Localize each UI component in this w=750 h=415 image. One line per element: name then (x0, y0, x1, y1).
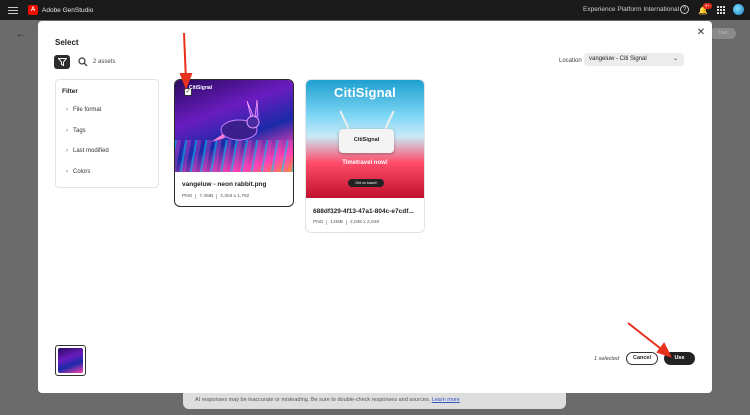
cancel-button[interactable]: Cancel (626, 352, 658, 365)
filter-item-label: Colors (73, 169, 91, 175)
filter-icon (57, 58, 67, 66)
asset-type: PNG (313, 220, 324, 225)
asset-size: 7.4MB (195, 194, 214, 199)
asset-type: PNG (182, 194, 193, 199)
use-button[interactable]: Use (664, 352, 695, 365)
dialog-title: Select (55, 38, 79, 47)
filter-toggle-button[interactable] (54, 55, 70, 69)
selected-count: 1 selected (594, 356, 620, 362)
chevron-right-icon: › (66, 148, 68, 154)
asset-meta: PNG 12MB 2,048 x 2,048 (313, 220, 380, 225)
ai-disclaimer: AI responses may be inaccurate or mislea… (183, 391, 566, 409)
asset-card-neon-rabbit[interactable]: ✓ CitiSignal vangeluw - neon rabbit.png … (174, 79, 294, 207)
filter-colors[interactable]: › Colors (66, 169, 90, 175)
chevron-right-icon: › (66, 107, 68, 113)
asset-dimensions: 2,304 x 1,792 (216, 194, 250, 199)
app-title: Adobe GenStudio (42, 6, 94, 14)
hamburger-menu-icon[interactable] (8, 5, 18, 16)
background-use-button: Use (710, 28, 736, 39)
close-icon[interactable]: ✕ (695, 27, 707, 39)
filter-panel: Filter › File format › Tags › Last modified… (55, 79, 159, 188)
selected-asset-preview[interactable] (55, 345, 86, 376)
thumbnail-tagline: Timetravel now! (342, 160, 388, 166)
filter-title: Filter (62, 88, 78, 95)
filter-tags[interactable]: › Tags (66, 128, 86, 134)
rabbit-graphic (211, 99, 260, 142)
location-select[interactable]: vangeluw - Citi Signal ⌄ (584, 53, 684, 66)
asset-dimensions: 2,048 x 2,048 (345, 220, 380, 225)
help-icon[interactable]: ? (680, 5, 689, 14)
asset-thumbnail: CitiSignal CitiSignal Timetravel now! Ge… (306, 80, 424, 198)
location-value: vangeluw - Citi Signal (589, 56, 647, 62)
apps-grid-icon[interactable] (716, 5, 726, 15)
asset-thumbnail: ✓ CitiSignal (175, 80, 293, 172)
asset-name: 688df329-4f13-47a1-804c-e7cdf... (313, 208, 414, 215)
filter-item-label: Tags (73, 128, 86, 134)
thumbnail-brand-text: CitiSignal (189, 85, 213, 91)
filter-item-label: File format (73, 107, 102, 113)
router-label: CitiSignal (353, 137, 380, 143)
chevron-down-icon: ⌄ (672, 56, 678, 62)
user-avatar[interactable] (733, 4, 744, 15)
learn-more-link[interactable]: Learn more (432, 397, 460, 403)
filter-item-label: Last modified (73, 148, 109, 154)
preview-image (58, 348, 83, 373)
notification-badge: 9+ (703, 3, 712, 9)
asset-count: 2 assets (93, 59, 116, 65)
disclaimer-text: AI responses may be inaccurate or mislea… (195, 397, 431, 403)
thumbnail-brand-text: CitiSignal (334, 85, 396, 100)
chevron-right-icon: › (66, 128, 68, 134)
adobe-logo-icon: A (28, 5, 38, 15)
thumbnail-cta: Get on board! (348, 179, 384, 187)
select-assets-dialog: Select ✕ 2 assets Location vangeluw - Ci… (38, 21, 712, 393)
asset-name: vangeluw - neon rabbit.png (182, 181, 267, 188)
asset-card-citisignal-router[interactable]: CitiSignal CitiSignal Timetravel now! Ge… (305, 79, 425, 233)
chevron-right-icon: › (66, 169, 68, 175)
search-icon[interactable] (78, 57, 88, 67)
filter-last-modified[interactable]: › Last modified (66, 148, 109, 154)
back-arrow-icon[interactable]: ← (16, 29, 26, 40)
top-bar: A Adobe GenStudio Experience Platform In… (0, 0, 750, 20)
asset-meta: PNG 7.4MB 2,304 x 1,792 (182, 194, 250, 199)
asset-size: 12MB (326, 220, 343, 225)
filter-file-format[interactable]: › File format (66, 107, 101, 113)
location-label: Location (559, 58, 582, 64)
router-graphic: CitiSignal (339, 129, 394, 153)
org-switcher[interactable]: Experience Platform International (583, 6, 679, 13)
